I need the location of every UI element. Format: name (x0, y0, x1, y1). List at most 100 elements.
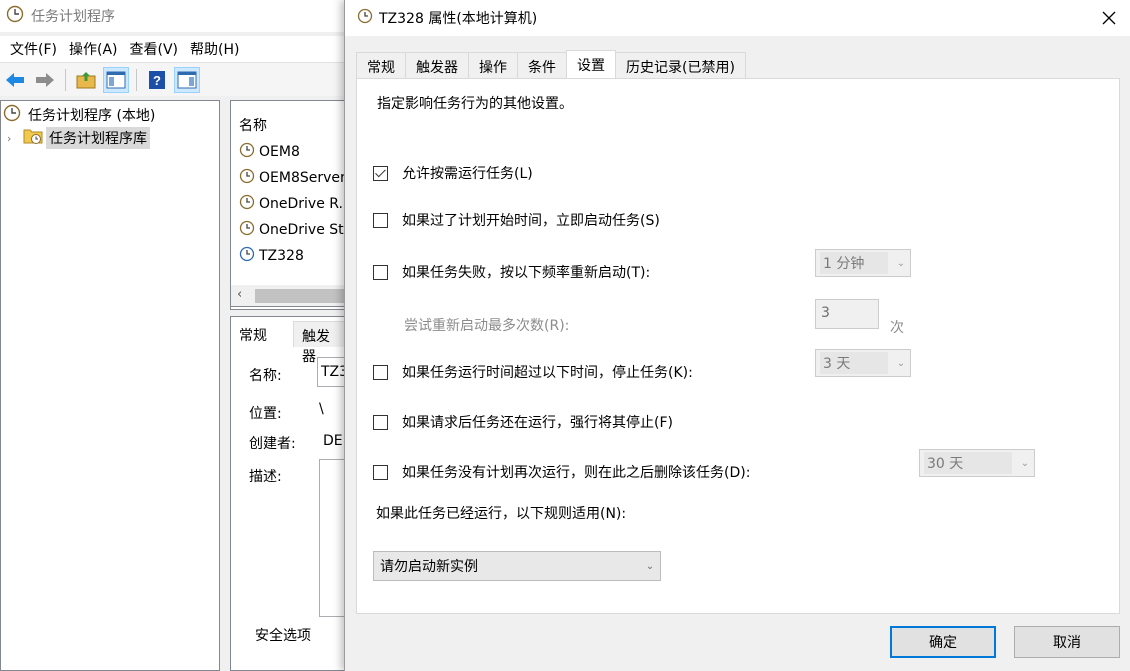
show-hide-tree-icon[interactable] (103, 66, 129, 93)
detail-description-field[interactable] (319, 459, 345, 617)
run-missed-start-checkbox[interactable] (373, 212, 388, 228)
toolbar-separator (136, 68, 137, 91)
clock-icon (357, 8, 373, 28)
stop-if-runs-longer-option[interactable]: 如果任务运行时间超过以下时间，停止任务(K): (373, 361, 693, 383)
restart-interval-value: 1 分钟 (820, 252, 888, 274)
task-clock-icon (239, 246, 255, 266)
allow-on-demand-checkbox[interactable] (373, 165, 388, 181)
clock-icon (3, 104, 21, 126)
back-arrow-icon[interactable] (2, 67, 28, 93)
task-clock-icon (239, 220, 255, 240)
tab-settings[interactable]: 设置 (566, 50, 616, 79)
chevron-down-icon: ⌄ (645, 560, 655, 572)
list-item[interactable]: OEM8Server (239, 167, 346, 189)
scroll-left-icon[interactable]: ‹ (237, 287, 242, 302)
running-rule-label: 如果此任务已经运行，以下规则适用(N): (376, 506, 627, 522)
tree-item-root[interactable]: 任务计划程序 (本地) (3, 104, 158, 126)
run-missed-start-option[interactable]: 如果过了计划开始时间，立即启动任务(S) (373, 209, 660, 231)
settings-panel: 指定影响任务行为的其他设置。 允许按需运行任务(L) 如果过了计划开始时间，立即… (356, 78, 1120, 614)
clock-icon (6, 5, 24, 27)
menu-action[interactable]: 操作(A) (63, 39, 124, 59)
force-stop-label: 如果请求后任务还在运行，强行将其停止(F) (402, 415, 673, 431)
menu-file[interactable]: 文件(F) (4, 39, 63, 59)
detail-author-value: DE (323, 433, 343, 449)
list-item[interactable]: OneDrive St (239, 219, 344, 241)
detail-tab-general[interactable]: 常规 (231, 321, 275, 347)
chevron-down-icon: ⌄ (1020, 457, 1030, 469)
toolbar: ? (0, 62, 344, 96)
run-missed-start-label: 如果过了计划开始时间，立即启动任务(S) (402, 213, 660, 229)
help-icon[interactable]: ? (144, 67, 170, 93)
list-item[interactable]: TZ328 (239, 245, 304, 267)
tab-history[interactable]: 历史记录(已禁用) (615, 52, 746, 79)
delete-expired-label: 如果任务没有计划再次运行，则在此之后删除该任务(D): (402, 465, 751, 481)
delete-after-select[interactable]: 30 天 ⌄ (919, 449, 1035, 477)
detail-security-label: 安全选项 (255, 628, 311, 644)
menu-bar: 文件(F) 操作(A) 查看(V) 帮助(H) (0, 36, 344, 62)
chevron-down-icon: ⌄ (896, 257, 906, 269)
settings-description: 指定影响任务行为的其他设置。 (377, 96, 573, 112)
detail-tab-triggers[interactable]: 触发器 (293, 321, 345, 365)
folder-clock-icon (23, 127, 43, 149)
navigation-tree: 任务计划程序 (本地) › 任务计划程序库 (0, 100, 220, 671)
up-folder-icon[interactable] (73, 67, 99, 93)
retry-count-unit: 次 (890, 320, 904, 336)
tab-actions[interactable]: 操作 (468, 52, 518, 79)
task-name: OEM8Server (259, 170, 346, 186)
forward-arrow-icon[interactable] (32, 67, 58, 93)
ok-button[interactable]: 确定 (890, 626, 996, 658)
restart-on-failure-checkbox[interactable] (373, 264, 388, 280)
task-clock-icon (239, 168, 255, 188)
toolbar-separator (65, 68, 66, 91)
tab-triggers[interactable]: 触发器 (405, 52, 469, 79)
delete-after-value: 30 天 (924, 452, 1012, 474)
task-list: 名称 OEM8 OEM8Server OneDrive R... OneDriv… (230, 100, 346, 310)
dialog-title: TZ328 属性(本地计算机) (379, 11, 538, 27)
list-item[interactable]: OEM8 (239, 141, 300, 163)
detail-name-value: TZ3 (321, 364, 346, 380)
delete-expired-option[interactable]: 如果任务没有计划再次运行，则在此之后删除该任务(D): (373, 461, 750, 483)
detail-location-value: \ (319, 401, 324, 417)
menu-help[interactable]: 帮助(H) (184, 39, 245, 59)
dialog-tabs: 常规 触发器 操作 条件 设置 历史记录(已禁用) (356, 50, 746, 79)
show-hide-action-pane-icon[interactable] (174, 66, 200, 93)
tab-conditions[interactable]: 条件 (517, 52, 567, 79)
list-horizontal-scrollbar[interactable]: ‹ (230, 285, 347, 307)
task-clock-icon (239, 194, 255, 214)
allow-on-demand-option[interactable]: 允许按需运行任务(L) (373, 162, 533, 184)
stop-if-runs-longer-checkbox[interactable] (373, 364, 388, 380)
main-titlebar: 任务计划程序 (0, 0, 344, 32)
detail-author-label: 创建者: (249, 436, 296, 452)
list-item[interactable]: OneDrive R... (239, 193, 346, 215)
retry-count-label: 尝试重新启动最多次数(R): (404, 318, 570, 334)
delete-expired-checkbox[interactable] (373, 464, 388, 480)
force-stop-checkbox[interactable] (373, 414, 388, 430)
close-icon[interactable] (1097, 6, 1121, 30)
chevron-down-icon: ⌄ (896, 357, 906, 369)
stop-after-select[interactable]: 3 天 ⌄ (815, 349, 911, 377)
tree-root-label: 任务计划程序 (本地) (28, 108, 156, 124)
restart-interval-select[interactable]: 1 分钟 ⌄ (815, 249, 911, 277)
tab-general[interactable]: 常规 (356, 52, 406, 79)
detail-description-label: 描述: (249, 469, 282, 485)
force-stop-option[interactable]: 如果请求后任务还在运行，强行将其停止(F) (373, 411, 673, 433)
allow-on-demand-label: 允许按需运行任务(L) (402, 166, 533, 182)
retry-count-input[interactable]: 3 (815, 299, 879, 329)
task-details-pane: 常规 触发器 名称: TZ3 位置: \ 创建者: DE 描述: 安全选项 (230, 316, 346, 671)
scrollbar-thumb[interactable] (255, 289, 347, 303)
chevron-right-icon[interactable]: › (7, 132, 19, 145)
column-header-name[interactable]: 名称 (239, 115, 267, 135)
dialog-titlebar[interactable]: TZ328 属性(本地计算机) (345, 0, 1130, 36)
task-properties-dialog: TZ328 属性(本地计算机) 常规 触发器 操作 条件 设置 历史记录(已禁用… (344, 0, 1130, 671)
detail-name-label: 名称: (249, 368, 282, 384)
restart-on-failure-option[interactable]: 如果任务失败，按以下频率重新启动(T): (373, 261, 650, 283)
running-rule-select[interactable]: 请勿启动新实例 ⌄ (373, 551, 661, 581)
stop-if-runs-longer-label: 如果任务运行时间超过以下时间，停止任务(K): (402, 365, 693, 381)
task-clock-icon (239, 142, 255, 162)
detail-location-label: 位置: (249, 406, 282, 422)
task-name: OneDrive R... (259, 196, 346, 212)
cancel-button[interactable]: 取消 (1014, 626, 1120, 658)
tree-item-library[interactable]: › 任务计划程序库 (7, 127, 150, 149)
svg-text:?: ? (153, 73, 161, 88)
menu-view[interactable]: 查看(V) (124, 39, 185, 59)
